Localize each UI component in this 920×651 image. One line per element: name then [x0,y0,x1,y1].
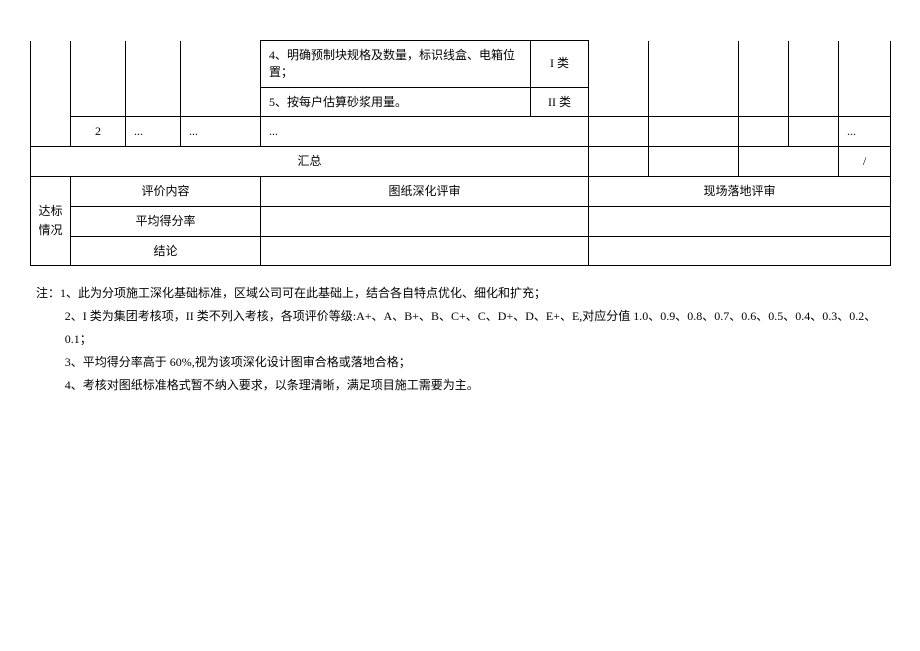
note-prefix: 注： [36,286,60,300]
empty-cell [261,206,589,236]
drawing-review-header: 图纸深化评审 [261,176,589,206]
evaluation-table: 4、明确预制块规格及数量，标识线盒、电箱位置； I 类 5、按每户估算砂浆用量。… [30,40,891,266]
criteria-text: 4、明确预制块规格及数量，标识线盒、电箱位置； [261,41,531,88]
note-line-2: 2、I 类为集团考核项，II 类不列入考核，各项评价等级:A+、A、B+、B、C… [36,305,890,351]
criteria-text: 5、按每户估算砂浆用量。 [261,87,531,117]
eval-content-header: 评价内容 [71,176,261,206]
standard-avg-row: 平均得分率 [31,206,891,236]
ellipsis-cell: ... [261,117,589,147]
standard-conclusion-row: 结论 [31,236,891,266]
note-text: 1、此为分项施工深化基础标准，区域公司可在此基础上，结合各自特点优化、细化和扩充… [60,286,546,300]
empty-cell [739,147,839,177]
note-line-3: 3、平均得分率高于 60%,视为该项深化设计图审合格或落地合格； [36,351,890,374]
avg-score-label: 平均得分率 [71,206,261,236]
site-review-header: 现场落地评审 [589,176,891,206]
summary-right: / [839,147,891,177]
ellipsis-cell: ... [126,117,181,147]
table-row: 2 ... ... ... ... [31,117,891,147]
ellipsis-cell: ... [839,117,891,147]
ellipsis-cell: ... [181,117,261,147]
empty-cell [589,147,649,177]
empty-cell [589,117,649,147]
summary-row: 汇总 / [31,147,891,177]
table-row: 4、明确预制块规格及数量，标识线盒、电箱位置； I 类 [31,41,891,88]
empty-cell [261,236,589,266]
note-line-4: 4、考核对图纸标准格式暂不纳入要求，以条理清晰，满足项目施工需要为主。 [36,374,890,397]
summary-label: 汇总 [31,147,589,177]
note-line-1: 注：1、此为分项施工深化基础标准，区域公司可在此基础上，结合各自特点优化、细化和… [36,282,890,305]
empty-cell [589,236,891,266]
empty-cell [649,117,739,147]
notes-section: 注：1、此为分项施工深化基础标准，区域公司可在此基础上，结合各自特点优化、细化和… [30,282,890,396]
empty-cell [589,206,891,236]
row-index: 2 [71,117,126,147]
empty-cell [739,117,789,147]
standard-label: 达标情况 [31,176,71,265]
conclusion-label: 结论 [71,236,261,266]
document-page: 4、明确预制块规格及数量，标识线盒、电箱位置； I 类 5、按每户估算砂浆用量。… [0,0,920,651]
empty-cell [789,117,839,147]
criteria-class: I 类 [531,41,589,88]
criteria-class: II 类 [531,87,589,117]
standard-header-row: 达标情况 评价内容 图纸深化评审 现场落地评审 [31,176,891,206]
empty-cell [649,147,739,177]
